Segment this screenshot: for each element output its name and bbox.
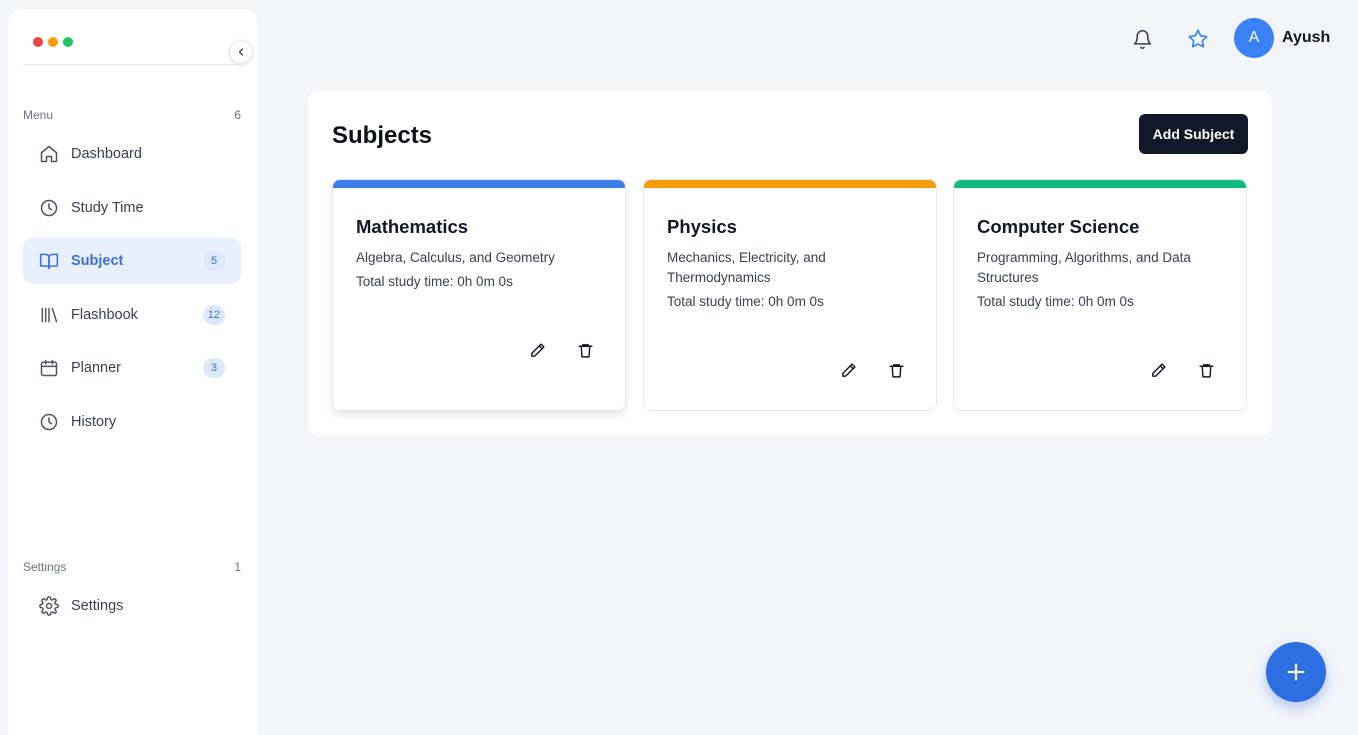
sidebar-item-label: Planner	[71, 360, 121, 376]
sidebar-divider	[23, 64, 241, 65]
settings-section-label: Settings	[23, 560, 67, 574]
sidebar-item-label: History	[71, 413, 117, 430]
count-badge: 5	[203, 251, 225, 271]
delete-button[interactable]	[1196, 360, 1216, 380]
card-color-bar	[333, 180, 625, 188]
card-actions	[527, 340, 595, 360]
pencil-icon	[1151, 362, 1166, 377]
sidebar-item-label: Settings	[71, 598, 124, 614]
delete-button[interactable]	[886, 360, 906, 380]
star-icon	[1188, 29, 1208, 48]
sidebar-item-label: Subject	[71, 253, 124, 269]
sidebar-item-subject[interactable]: Subject 5	[23, 238, 241, 284]
edit-button[interactable]	[527, 340, 547, 360]
add-subject-button[interactable]: Add Subject	[1139, 114, 1248, 154]
home-icon	[38, 143, 60, 165]
pencil-icon	[530, 342, 545, 357]
card-body: Algebra, Calculus, and Geometry Total st…	[356, 248, 606, 292]
subject-card-mathematics[interactable]: Mathematics Algebra, Calculus, and Geome…	[332, 179, 626, 411]
username[interactable]: Ayush	[1282, 29, 1330, 47]
trash-icon	[1198, 363, 1214, 378]
sidebar-item-label: Flashbook	[71, 306, 138, 323]
floating-add-button[interactable]	[1266, 642, 1326, 702]
card-description: Mechanics, Electricity, and Thermodynami…	[667, 250, 826, 285]
card-actions	[1148, 360, 1216, 380]
card-color-bar	[644, 180, 936, 188]
card-body: Mechanics, Electricity, and Thermodynami…	[667, 248, 917, 312]
clock-icon	[38, 411, 60, 433]
avatar-initial: A	[1248, 29, 1260, 46]
settings-nav: Settings	[23, 583, 241, 637]
card-study-time: Total study time: 0h 0m 0s	[667, 294, 824, 309]
calendar-icon	[38, 357, 60, 379]
maximize-window-dot[interactable]	[63, 37, 73, 47]
subject-card-physics[interactable]: Physics Mechanics, Electricity, and Ther…	[643, 179, 937, 411]
close-window-dot[interactable]	[33, 37, 43, 47]
sidebar-nav: Dashboard Study Time Subject 5 Flashbook…	[23, 131, 241, 452]
window-controls	[33, 37, 73, 47]
collapse-sidebar-button[interactable]	[229, 40, 253, 64]
chevron-left-icon	[238, 48, 244, 56]
subject-card-computer-science[interactable]: Computer Science Programming, Algorithms…	[953, 179, 1247, 411]
subjects-panel: Subjects Add Subject Mathematics Algebra…	[308, 90, 1272, 436]
card-title: Physics	[667, 216, 737, 237]
settings-section-count: 1	[234, 560, 241, 574]
sidebar-item-label: Dashboard	[71, 146, 142, 162]
clock-icon	[38, 197, 60, 219]
menu-section-count: 6	[234, 108, 241, 122]
card-body: Programming, Algorithms, and Data Struct…	[977, 248, 1227, 312]
card-study-time: Total study time: 0h 0m 0s	[977, 294, 1134, 309]
settings-section-header: Settings 1	[23, 560, 241, 574]
sidebar-item-dashboard[interactable]: Dashboard	[23, 131, 241, 177]
count-badge: 3	[203, 358, 225, 378]
minimize-window-dot[interactable]	[48, 37, 58, 47]
sidebar: Menu 6 Dashboard Study Time Subject 5 Fl…	[8, 9, 257, 735]
card-color-bar	[954, 180, 1246, 188]
card-title: Computer Science	[977, 216, 1140, 237]
plus-icon	[1287, 663, 1305, 681]
card-study-time: Total study time: 0h 0m 0s	[356, 274, 513, 289]
menu-section-label: Menu	[23, 108, 54, 122]
edit-button[interactable]	[838, 360, 858, 380]
sidebar-item-planner[interactable]: Planner 3	[23, 345, 241, 391]
book-open-icon	[38, 250, 60, 272]
card-actions	[838, 360, 906, 380]
edit-button[interactable]	[1148, 360, 1168, 380]
sidebar-item-settings[interactable]: Settings	[23, 583, 241, 629]
trash-icon	[577, 343, 593, 358]
card-description: Algebra, Calculus, and Geometry	[356, 250, 555, 265]
sidebar-item-flashbook[interactable]: Flashbook 12	[23, 292, 241, 338]
page-title: Subjects	[332, 122, 433, 149]
pencil-icon	[841, 362, 856, 377]
favorites-button[interactable]	[1184, 25, 1212, 53]
card-title: Mathematics	[356, 216, 469, 237]
sidebar-item-study-time[interactable]: Study Time	[23, 185, 241, 231]
delete-button[interactable]	[575, 340, 595, 360]
sidebar-item-history[interactable]: History	[23, 399, 241, 445]
notifications-button[interactable]	[1128, 25, 1156, 53]
library-icon	[38, 304, 60, 326]
sidebar-item-label: Study Time	[71, 199, 144, 216]
gear-icon	[38, 595, 60, 617]
trash-icon	[888, 363, 904, 378]
avatar[interactable]: A	[1234, 18, 1274, 58]
card-description: Programming, Algorithms, and Data Struct…	[977, 250, 1191, 285]
count-badge: 12	[202, 304, 225, 325]
bell-icon	[1133, 29, 1151, 49]
menu-section-header: Menu 6	[23, 108, 241, 122]
